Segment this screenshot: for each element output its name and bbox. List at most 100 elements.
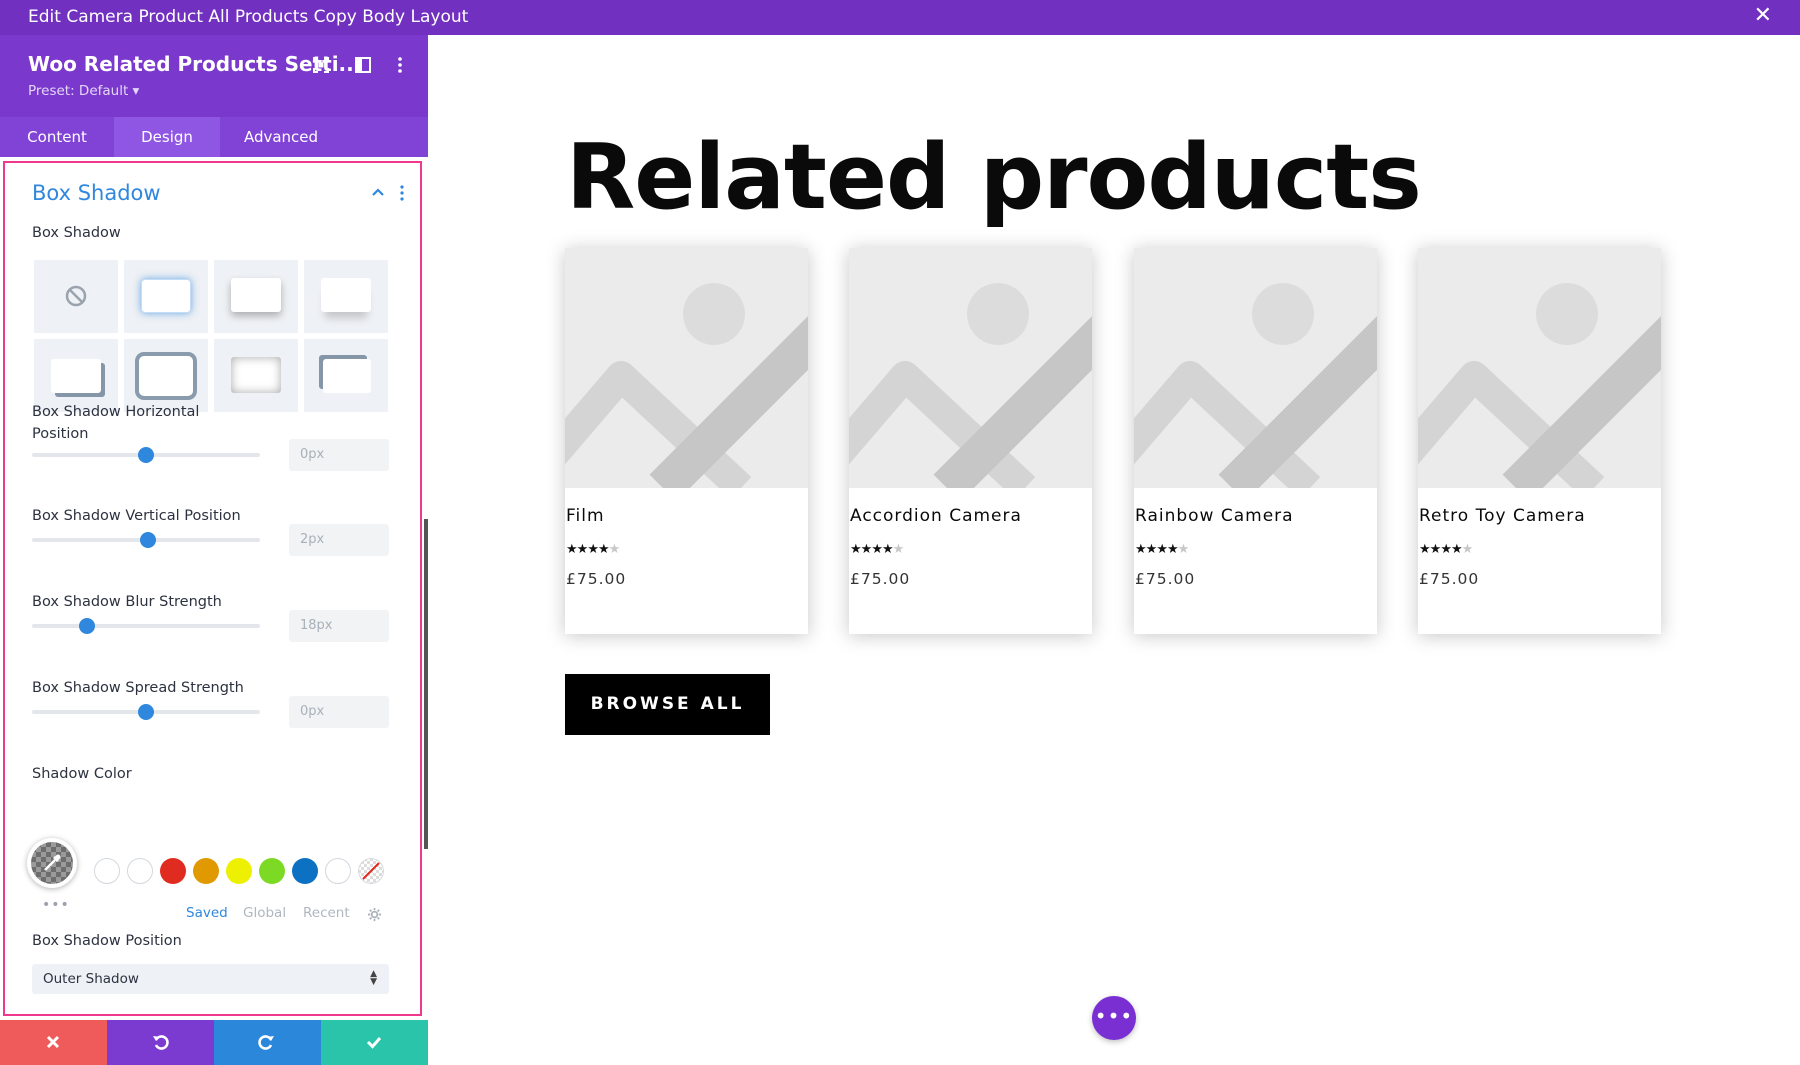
star-filled-icon: ★ bbox=[597, 542, 610, 557]
star-empty-icon: ★ bbox=[608, 542, 621, 557]
section-title[interactable]: Box Shadow bbox=[32, 181, 161, 205]
product-image-placeholder[interactable] bbox=[565, 248, 808, 488]
blur-strength-label: Box Shadow Blur Strength bbox=[32, 594, 222, 610]
star-rating: ★★★★★ bbox=[1419, 542, 1473, 557]
product-card[interactable]: Accordion Camera ★★★★★ £75.00 bbox=[849, 248, 1092, 634]
vertical-position-thumb[interactable] bbox=[140, 532, 156, 548]
tab-advanced[interactable]: Advanced bbox=[220, 117, 342, 157]
product-name[interactable]: Retro Toy Camera bbox=[1419, 506, 1586, 526]
preset-shadow-3[interactable] bbox=[304, 260, 388, 333]
product-name[interactable]: Rainbow Camera bbox=[1135, 506, 1294, 526]
more-swatches-icon[interactable]: ••• bbox=[42, 897, 70, 913]
preset-none[interactable] bbox=[34, 260, 118, 333]
swatch-red[interactable] bbox=[160, 858, 186, 884]
horizontal-position-label: Box Shadow Horizontal Position bbox=[32, 404, 200, 442]
undo-button[interactable] bbox=[107, 1020, 214, 1065]
window-titlebar: Edit Camera Product All Products Copy Bo… bbox=[0, 0, 1800, 35]
preset-shadow-2[interactable] bbox=[214, 260, 298, 333]
undo-icon bbox=[153, 1035, 169, 1050]
swatch-green[interactable] bbox=[259, 858, 285, 884]
star-filled-icon: ★ bbox=[1419, 542, 1431, 557]
star-filled-icon: ★ bbox=[881, 542, 894, 557]
chevron-up-icon[interactable] bbox=[370, 185, 386, 199]
star-empty-icon: ★ bbox=[892, 542, 905, 557]
save-button[interactable] bbox=[321, 1020, 428, 1065]
product-name[interactable]: Accordion Camera bbox=[850, 506, 1022, 526]
redo-button[interactable] bbox=[214, 1020, 321, 1065]
shadow-position-label: Box Shadow Position bbox=[32, 933, 182, 949]
section-options-icon[interactable] bbox=[398, 185, 406, 201]
product-card[interactable]: Retro Toy Camera ★★★★★ £75.00 bbox=[1418, 248, 1661, 634]
spread-strength-input[interactable]: 0px bbox=[289, 696, 389, 728]
shadow-position-select[interactable]: Outer Shadow ▲ ▼ bbox=[32, 964, 389, 994]
fullscreen-icon[interactable] bbox=[311, 55, 331, 75]
image-placeholder-icon bbox=[1134, 248, 1377, 488]
vertical-position-input[interactable]: 2px bbox=[289, 524, 389, 556]
preset-shadow-1[interactable] bbox=[124, 260, 208, 333]
star-filled-icon: ★ bbox=[850, 542, 862, 557]
blur-strength-thumb[interactable] bbox=[79, 618, 95, 634]
star-filled-icon: ★ bbox=[1135, 542, 1147, 557]
panel-tabs: Content Design Advanced bbox=[0, 117, 428, 157]
swatch-white-2[interactable] bbox=[127, 858, 153, 884]
more-options-icon[interactable] bbox=[390, 55, 410, 75]
product-name[interactable]: Film bbox=[566, 506, 605, 526]
box-shadow-label: Box Shadow bbox=[32, 225, 121, 241]
preset-shadow-7[interactable] bbox=[304, 339, 388, 412]
redo-icon bbox=[258, 1035, 274, 1050]
swatch-orange[interactable] bbox=[193, 858, 219, 884]
product-card[interactable]: Film ★★★★★ £75.00 bbox=[565, 248, 808, 634]
swatch-yellow[interactable] bbox=[226, 858, 252, 884]
star-filled-icon: ★ bbox=[1429, 542, 1442, 557]
no-shadow-icon bbox=[65, 285, 87, 307]
product-price: £75.00 bbox=[566, 570, 627, 588]
gear-icon[interactable] bbox=[367, 907, 382, 922]
product-image-placeholder[interactable] bbox=[1134, 248, 1377, 488]
product-card[interactable]: Rainbow Camera ★★★★★ £75.00 bbox=[1134, 248, 1377, 634]
swatch-tab-saved[interactable]: Saved bbox=[186, 905, 228, 921]
blur-strength-slider[interactable] bbox=[32, 618, 260, 634]
swatch-tab-global[interactable]: Global bbox=[243, 905, 286, 921]
star-rating: ★★★★★ bbox=[850, 542, 905, 557]
swatch-blue[interactable] bbox=[292, 858, 318, 884]
product-image-placeholder[interactable] bbox=[1418, 248, 1661, 488]
tab-content[interactable]: Content bbox=[0, 117, 114, 157]
preset-selector[interactable]: Preset: Default ▾ bbox=[28, 83, 139, 99]
swatch-none-icon[interactable] bbox=[358, 858, 384, 884]
color-picker-button[interactable] bbox=[27, 838, 77, 888]
discard-button[interactable] bbox=[0, 1020, 107, 1065]
product-price: £75.00 bbox=[1419, 570, 1480, 588]
star-rating: ★★★★★ bbox=[1135, 542, 1189, 557]
close-window-icon[interactable]: ✕ bbox=[1754, 5, 1772, 27]
settings-panel: Woo Related Products Setti... Preset: De… bbox=[0, 35, 428, 1065]
image-placeholder-icon bbox=[849, 248, 1092, 488]
vertical-position-label: Box Shadow Vertical Position bbox=[32, 508, 241, 524]
star-filled-icon: ★ bbox=[1440, 542, 1452, 557]
horizontal-position-slider[interactable] bbox=[32, 447, 260, 463]
shadow-color-label: Shadow Color bbox=[32, 766, 132, 782]
star-filled-icon: ★ bbox=[587, 542, 599, 557]
select-arrows-icon: ▲ ▼ bbox=[370, 969, 377, 987]
shadow-position-value: Outer Shadow bbox=[43, 971, 139, 987]
panel-body: Box Shadow Box Shadow Box Shadow Horizon… bbox=[0, 157, 428, 1020]
product-image-placeholder[interactable] bbox=[849, 248, 1092, 488]
vertical-position-slider[interactable] bbox=[32, 532, 260, 548]
product-price: £75.00 bbox=[850, 570, 911, 588]
horizontal-position-thumb[interactable] bbox=[138, 447, 154, 463]
swatch-tab-recent[interactable]: Recent bbox=[303, 905, 350, 921]
checkmark-icon bbox=[366, 1037, 382, 1049]
related-products-heading: Related products bbox=[566, 125, 1422, 230]
star-filled-icon: ★ bbox=[871, 542, 883, 557]
horizontal-position-input[interactable]: 0px bbox=[289, 439, 389, 471]
spread-strength-label: Box Shadow Spread Strength bbox=[32, 680, 244, 696]
blur-strength-input[interactable]: 18px bbox=[289, 610, 389, 642]
swatch-white-3[interactable] bbox=[325, 858, 351, 884]
swatch-white-1[interactable] bbox=[94, 858, 120, 884]
spread-strength-thumb[interactable] bbox=[138, 704, 154, 720]
window-title: Edit Camera Product All Products Copy Bo… bbox=[28, 7, 469, 27]
tab-design[interactable]: Design bbox=[114, 117, 220, 157]
spread-strength-slider[interactable] bbox=[32, 704, 260, 720]
browse-all-button[interactable]: BROWSE ALL bbox=[565, 674, 770, 735]
page-settings-button[interactable]: ••• bbox=[1092, 996, 1136, 1040]
split-view-icon[interactable] bbox=[353, 55, 373, 75]
